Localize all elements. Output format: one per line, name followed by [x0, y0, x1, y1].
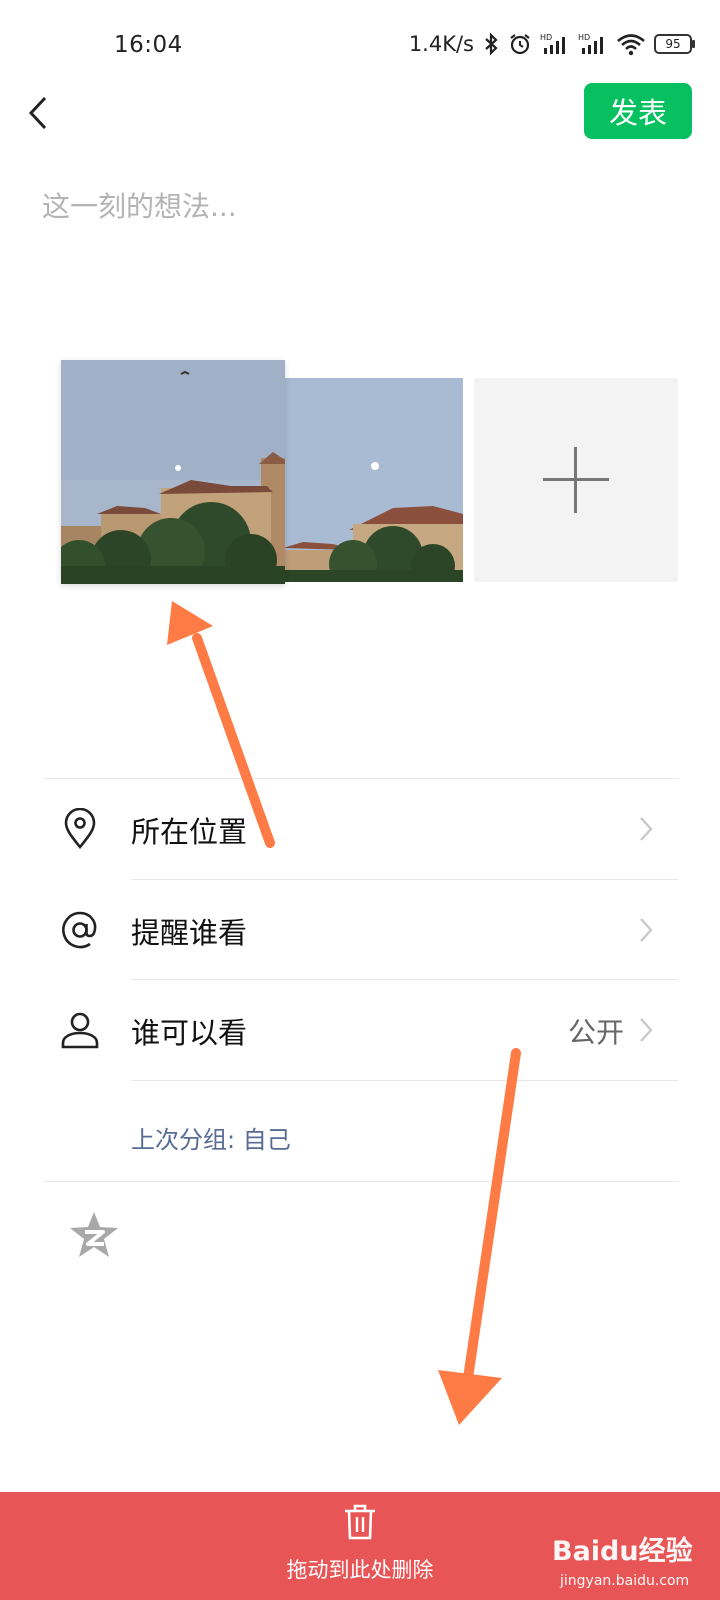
- watermark-url: jingyan.baidu.com: [560, 1573, 690, 1589]
- trash-icon: [345, 1504, 375, 1540]
- status-time: 16:04: [114, 32, 183, 58]
- location-pin-icon: [58, 807, 102, 851]
- photo-image: [283, 378, 463, 582]
- divider: [44, 1181, 678, 1182]
- wifi-icon: [617, 34, 645, 56]
- chevron-right-icon: [640, 918, 653, 942]
- chevron-left-icon: [28, 96, 47, 130]
- photo-thumbnail-dragging[interactable]: [61, 360, 285, 584]
- signal-hd-icon: HD: [578, 33, 603, 54]
- last-group-link[interactable]: 上次分组: 自己: [131, 1120, 291, 1155]
- alarm-icon: [510, 34, 530, 55]
- location-row[interactable]: 所在位置: [44, 779, 678, 879]
- qzone-share-icon[interactable]: [68, 1210, 120, 1260]
- signal-hd-icon: HD: [540, 33, 565, 54]
- status-icons: 1.4K/s HD HD 95: [408, 32, 695, 56]
- network-speed: 1.4K/s: [408, 32, 474, 56]
- visibility-row[interactable]: 谁可以看 公开: [44, 980, 678, 1080]
- svg-text:HD: HD: [578, 33, 590, 42]
- mention-row[interactable]: 提醒谁看: [44, 880, 678, 980]
- visibility-value: 公开: [567, 1016, 624, 1049]
- divider: [131, 1080, 678, 1081]
- photo-thumbnail[interactable]: [283, 378, 463, 582]
- plus-icon: [543, 447, 609, 513]
- photo-image: [61, 360, 285, 584]
- baidu-watermark: Baidu经验 jingyan.baidu.com: [550, 1525, 720, 1600]
- battery-icon: 95: [654, 34, 695, 54]
- chevron-right-icon: [640, 817, 653, 841]
- back-button[interactable]: [18, 88, 58, 138]
- watermark-brand: Baidu经验: [552, 1536, 693, 1567]
- chevron-right-icon: [640, 1018, 653, 1042]
- delete-hint-text: 拖动到此处删除: [286, 1558, 434, 1582]
- publish-button[interactable]: 发表: [584, 83, 692, 139]
- bluetooth-icon: [485, 32, 498, 56]
- visibility-label: 谁可以看: [131, 1016, 248, 1050]
- at-sign-icon: [58, 908, 102, 952]
- person-icon: [58, 1008, 102, 1052]
- mention-label: 提醒谁看: [131, 916, 248, 950]
- svg-text:HD: HD: [540, 33, 552, 42]
- down-arrow: [438, 1048, 521, 1425]
- location-label: 所在位置: [131, 815, 248, 849]
- add-photo-button[interactable]: [474, 378, 678, 582]
- thought-input[interactable]: [40, 175, 664, 237]
